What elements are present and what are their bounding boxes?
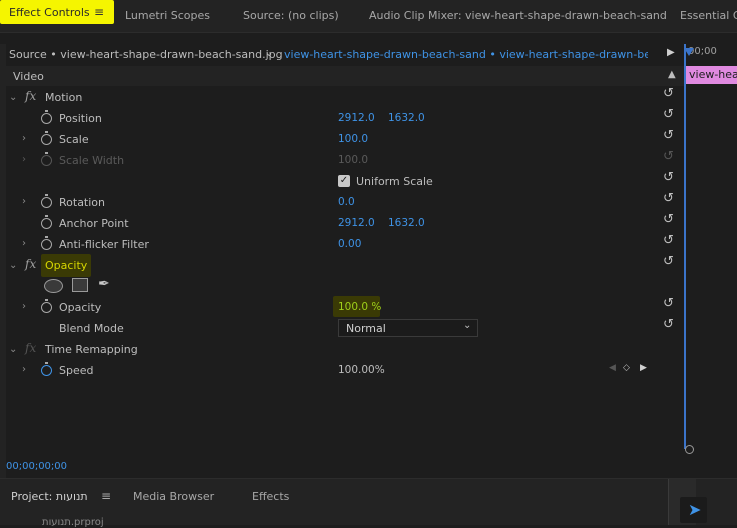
speed-chevron-icon[interactable]: ›	[22, 364, 26, 375]
reset-icon[interactable]: ↺	[663, 191, 674, 206]
motion-chevron-icon[interactable]: ⌄	[9, 92, 17, 103]
uniform-scale-label: Uniform Scale	[356, 175, 433, 188]
tab-source[interactable]: Source: (no clips)	[243, 9, 339, 22]
chevron-down-icon: ⌄	[463, 320, 472, 331]
rotation-value[interactable]: 0.0	[338, 196, 355, 208]
panel-left-edge	[0, 44, 6, 478]
video-header-label: Video	[13, 70, 44, 83]
prev-keyframe-icon[interactable]: ◀	[609, 363, 616, 373]
chevron-down-icon[interactable]: ⌄	[265, 48, 273, 59]
speed-value[interactable]: 100.00%	[338, 364, 385, 376]
stopwatch-icon[interactable]	[41, 362, 52, 376]
anti-flicker-chevron-icon[interactable]: ›	[22, 238, 26, 249]
reset-icon[interactable]: ↺	[663, 233, 674, 248]
scale-chevron-icon[interactable]: ›	[22, 133, 26, 144]
anti-flicker-value[interactable]: 0.00	[338, 238, 361, 250]
tab-essential-graphics[interactable]: Essential Gr	[680, 9, 737, 22]
blend-mode-label: Blend Mode	[59, 322, 124, 335]
uniform-scale-checkbox[interactable]: ✓	[338, 175, 350, 187]
rotation-label: Rotation	[59, 196, 106, 209]
rotation-chevron-icon[interactable]: ›	[22, 196, 26, 207]
motion-label: Motion	[45, 91, 83, 104]
time-remapping-chevron-icon[interactable]: ⌄	[9, 344, 17, 355]
selection-tool-button[interactable]: ➤	[680, 497, 707, 523]
reset-icon: ↺	[663, 149, 674, 164]
reset-icon[interactable]: ↺	[663, 212, 674, 227]
rectangle-mask-icon[interactable]	[72, 278, 88, 292]
current-timecode[interactable]: 00;00;00;00	[6, 461, 67, 472]
time-remapping-label: Time Remapping	[45, 343, 138, 356]
anchor-point-label: Anchor Point	[59, 217, 129, 230]
stopwatch-icon[interactable]	[41, 194, 52, 208]
position-x-value[interactable]: 2912.0	[338, 112, 375, 124]
opacity-group-chevron-icon[interactable]: ⌄	[9, 260, 17, 271]
opacity-group-label: Opacity	[45, 259, 88, 272]
tab-effect-controls[interactable]: Effect Controls ≡	[0, 0, 114, 24]
stopwatch-icon	[41, 152, 52, 166]
fx-icon[interactable]: fx	[25, 89, 36, 103]
scale-width-value: 100.0	[338, 154, 369, 166]
panel-menu-icon[interactable]: ≡	[101, 489, 111, 503]
stopwatch-icon[interactable]	[41, 110, 52, 124]
stopwatch-icon[interactable]	[41, 131, 52, 145]
reset-icon[interactable]: ↺	[663, 107, 674, 122]
pen-mask-icon[interactable]: ✒	[98, 276, 110, 292]
source-bar: Source • view-heart-shape-drawn-beach-sa…	[0, 44, 684, 66]
clip-bar[interactable]: view-hear	[686, 66, 737, 84]
collapse-up-icon[interactable]: ▲	[668, 69, 676, 80]
stopwatch-icon[interactable]	[41, 299, 52, 313]
reset-icon[interactable]: ↺	[663, 317, 674, 332]
clip-bar-label: view-hear	[689, 68, 737, 81]
blend-mode-value: Normal	[346, 322, 386, 335]
source-clip-name[interactable]: Source • view-heart-shape-drawn-beach-sa…	[9, 48, 283, 61]
blend-mode-select[interactable]: Normal ⌄	[338, 319, 478, 337]
sequence-clip-link[interactable]: view-heart-shape-drawn-beach-sand • view…	[284, 48, 648, 61]
selection-arrow-icon: ➤	[688, 500, 702, 519]
ellipse-mask-icon[interactable]	[44, 279, 63, 293]
fx-icon: fx	[25, 341, 37, 355]
tab-effects[interactable]: Effects	[252, 490, 289, 503]
opacity-value[interactable]: 100.0 %	[338, 301, 381, 313]
tab-media-browser[interactable]: Media Browser	[133, 490, 214, 503]
project-file-name: תנועות.prproj	[42, 517, 104, 528]
reset-icon[interactable]: ↺	[663, 170, 674, 185]
scale-width-chevron-icon: ›	[22, 154, 26, 165]
show-timeline-arrow-icon[interactable]: ▶	[667, 47, 675, 58]
fx-icon[interactable]: fx	[25, 257, 36, 271]
opacity-chevron-icon[interactable]: ›	[22, 301, 26, 312]
tab-audio-clip-mixer[interactable]: Audio Clip Mixer: view-heart-shape-drawn…	[369, 9, 667, 22]
reset-icon[interactable]: ↺	[663, 86, 674, 101]
anchor-point-x-value[interactable]: 2912.0	[338, 217, 375, 229]
reset-icon[interactable]: ↺	[663, 254, 674, 269]
add-keyframe-icon[interactable]: ◇	[623, 363, 630, 373]
position-label: Position	[59, 112, 102, 125]
scale-value[interactable]: 100.0	[338, 133, 368, 145]
tab-lumetri-scopes[interactable]: Lumetri Scopes	[125, 9, 210, 22]
panel-tab-bar: Effect Controls ≡ Lumetri Scopes Source:…	[0, 0, 737, 33]
reset-icon[interactable]: ↺	[663, 296, 674, 311]
stopwatch-icon[interactable]	[41, 215, 52, 229]
tab-project[interactable]: Project: תנועות	[11, 490, 88, 503]
zoom-handle-icon[interactable]	[685, 445, 694, 454]
playhead-line	[684, 44, 686, 449]
tab-effect-controls-label: Effect Controls	[9, 6, 90, 19]
opacity-label: Opacity	[59, 301, 102, 314]
position-y-value[interactable]: 1632.0	[388, 112, 425, 124]
video-header: Video ▲	[6, 66, 684, 86]
panel-menu-icon[interactable]: ≡	[94, 5, 104, 19]
reset-icon[interactable]: ↺	[663, 128, 674, 143]
speed-label: Speed	[59, 364, 94, 377]
stopwatch-icon[interactable]	[41, 236, 52, 250]
next-keyframe-icon[interactable]: ▶	[640, 363, 647, 373]
scale-label: Scale	[59, 133, 89, 146]
bottom-panel-tabs: Project: תנועות ≡ Media Browser Effects …	[0, 478, 737, 528]
mini-timeline[interactable]	[685, 44, 737, 449]
anti-flicker-label: Anti-flicker Filter	[59, 238, 149, 251]
anchor-point-y-value[interactable]: 1632.0	[388, 217, 425, 229]
scale-width-label: Scale Width	[59, 154, 125, 167]
